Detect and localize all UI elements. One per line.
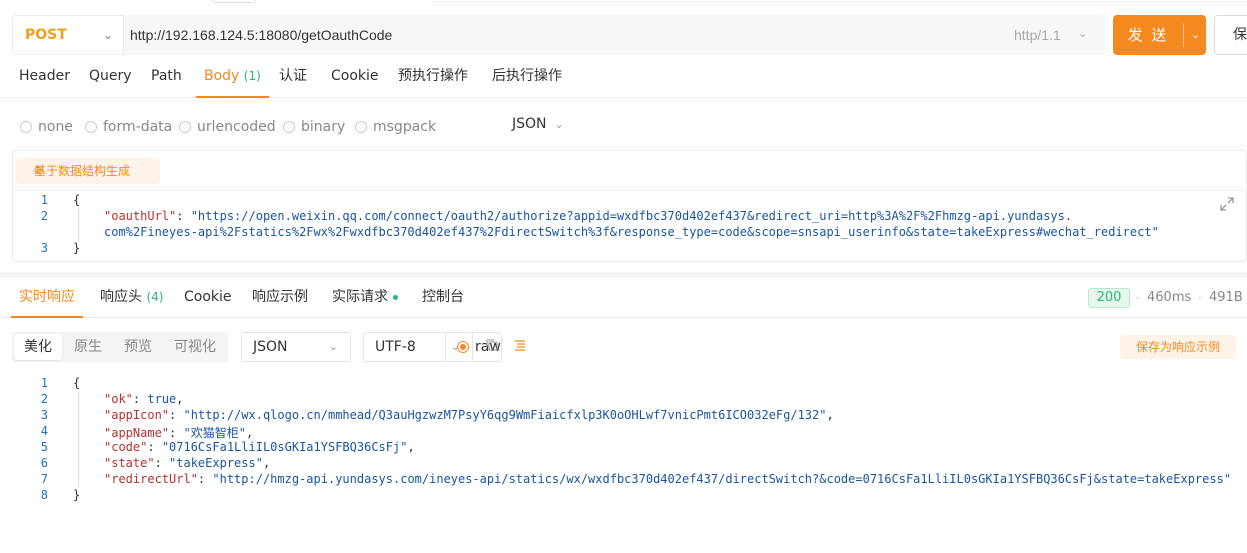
request-tabs: Header Query Path Body (1) 认证 Cookie 预执行… xyxy=(0,58,1247,98)
format-icon[interactable] xyxy=(513,338,529,354)
tab-realtime-response[interactable]: 实时响应 xyxy=(11,278,83,318)
tab-header[interactable]: Header xyxy=(19,58,70,98)
url-bar: POST ⌄ http://192.168.124.5:18080/getOau… xyxy=(12,15,1105,55)
line-number: 5 xyxy=(40,440,48,454)
chevron-down-icon: ⌄ xyxy=(554,118,564,131)
body-count: (1) xyxy=(243,69,261,83)
method-select[interactable]: POST ⌄ xyxy=(12,15,124,55)
body-type-msgpack[interactable]: msgpack xyxy=(355,118,436,136)
tab-pre-script[interactable]: 预执行操作 xyxy=(398,58,468,98)
refresh-icon: ⟳ xyxy=(34,164,44,177)
body-type-none[interactable]: none xyxy=(20,118,73,136)
code-line: } xyxy=(73,241,81,255)
indent-guide xyxy=(78,208,79,242)
tab-cookie[interactable]: Cookie xyxy=(331,58,379,98)
tab-console[interactable]: 控制台 xyxy=(422,278,464,318)
line-number: 4 xyxy=(40,424,48,438)
view-pretty[interactable]: 美化 xyxy=(14,334,62,360)
http-version-select[interactable]: http/1.1 xyxy=(1014,15,1061,55)
chevron-down-icon: ⌄ xyxy=(1078,27,1088,40)
response-format-select[interactable]: JSON ⌄ xyxy=(241,332,351,362)
send-label: 发 送 xyxy=(1127,26,1169,44)
method-label: POST xyxy=(25,27,67,43)
tab-auth[interactable]: 认证 xyxy=(279,58,307,98)
tab-response-cookie[interactable]: Cookie xyxy=(184,278,232,318)
line-number: 2 xyxy=(40,392,48,406)
line-number: 6 xyxy=(40,456,48,470)
radio-icon xyxy=(283,121,295,133)
code-line: "appIcon": "http://wx.qlogo.cn/mmhead/Q3… xyxy=(104,408,834,422)
code-line: com%2Fineyes-api%2Fstatics%2Fwx%2Fwxdfbc… xyxy=(104,225,1159,239)
code-line: "appName": "欢猫智柜", xyxy=(104,426,254,440)
view-raw[interactable]: 原生 xyxy=(64,334,112,360)
tab-response-headers[interactable]: 响应头 (4) xyxy=(100,278,163,318)
chevron-down-icon: ⌄ xyxy=(328,340,338,353)
top-tab-fragment xyxy=(212,0,256,3)
response-tabs: 实时响应 响应头 (4) Cookie 响应示例 实际请求 控制台 xyxy=(0,278,1247,318)
view-visualize[interactable]: 可视化 xyxy=(164,334,226,360)
chevron-down-icon: ⌄ xyxy=(450,340,460,353)
view-preview[interactable]: 预览 xyxy=(114,334,162,360)
chevron-down-icon: ⌄ xyxy=(102,28,113,42)
body-format-select[interactable]: JSON ⌄ xyxy=(512,116,564,136)
status-dot-icon xyxy=(393,294,398,300)
top-bar-fragment xyxy=(432,0,1247,2)
body-type-binary[interactable]: binary xyxy=(283,118,345,136)
line-number: 2 xyxy=(40,209,48,223)
meta-separator: · xyxy=(1198,291,1202,305)
copy-icon[interactable] xyxy=(485,338,501,354)
response-encoding-select[interactable]: UTF-8 ⌄ xyxy=(363,332,473,362)
save-as-sample-button[interactable]: 保存为响应示例 xyxy=(1120,335,1236,359)
code-line: "state": "takeExpress", xyxy=(104,456,271,470)
status-badge: 200 xyxy=(1088,288,1130,308)
code-line: "oauthUrl": "https://open.weixin.qq.com/… xyxy=(104,209,1073,223)
radio-icon xyxy=(355,121,367,133)
tab-path[interactable]: Path xyxy=(151,58,182,98)
indent-guide xyxy=(78,391,79,487)
code-line: { xyxy=(73,376,81,390)
line-number: 7 xyxy=(40,472,48,486)
meta-separator: · xyxy=(1136,291,1140,305)
view-mode-group: 美化 原生 预览 可视化 xyxy=(12,332,228,362)
line-number: 8 xyxy=(40,488,48,502)
line-number: 1 xyxy=(40,193,48,207)
expand-icon[interactable] xyxy=(1219,196,1237,214)
response-size: 491B xyxy=(1209,290,1243,305)
send-dropdown-chevron-icon[interactable]: ⌄ xyxy=(1185,15,1206,55)
tab-post-script[interactable]: 后执行操作 xyxy=(492,58,562,98)
generate-from-schema-button[interactable]: ⟳ 基于数据结构生成 xyxy=(16,158,160,184)
code-line: "ok": true, xyxy=(104,392,184,406)
tab-body[interactable]: Body (1) xyxy=(196,58,269,98)
code-line: } xyxy=(73,488,81,502)
body-type-form-data[interactable]: form-data xyxy=(85,118,172,136)
line-number: 3 xyxy=(40,408,48,422)
save-button[interactable]: 保 xyxy=(1214,15,1247,55)
send-divider xyxy=(1183,23,1184,47)
code-line: "code": "0716CsFa1LliIL0sGKIa1YSFBQ36CsF… xyxy=(104,440,415,454)
tab-query[interactable]: Query xyxy=(89,58,132,98)
response-time: 460ms xyxy=(1147,290,1192,305)
line-number: 1 xyxy=(40,376,48,390)
line-number: 3 xyxy=(40,241,48,255)
tab-response-sample[interactable]: 响应示例 xyxy=(252,278,308,318)
radio-icon xyxy=(85,121,97,133)
radio-icon xyxy=(179,121,191,133)
tab-actual-request[interactable]: 实际请求 xyxy=(332,278,398,318)
code-line: "redirectUrl": "http://hmzg-api.yundasys… xyxy=(104,472,1232,486)
send-button[interactable]: 发 送 ⌄ xyxy=(1113,15,1206,55)
radio-icon xyxy=(20,121,32,133)
body-type-urlencoded[interactable]: urlencoded xyxy=(179,118,276,136)
url-input[interactable]: http://192.168.124.5:18080/getOauthCode xyxy=(130,15,392,55)
code-line: { xyxy=(73,193,81,207)
